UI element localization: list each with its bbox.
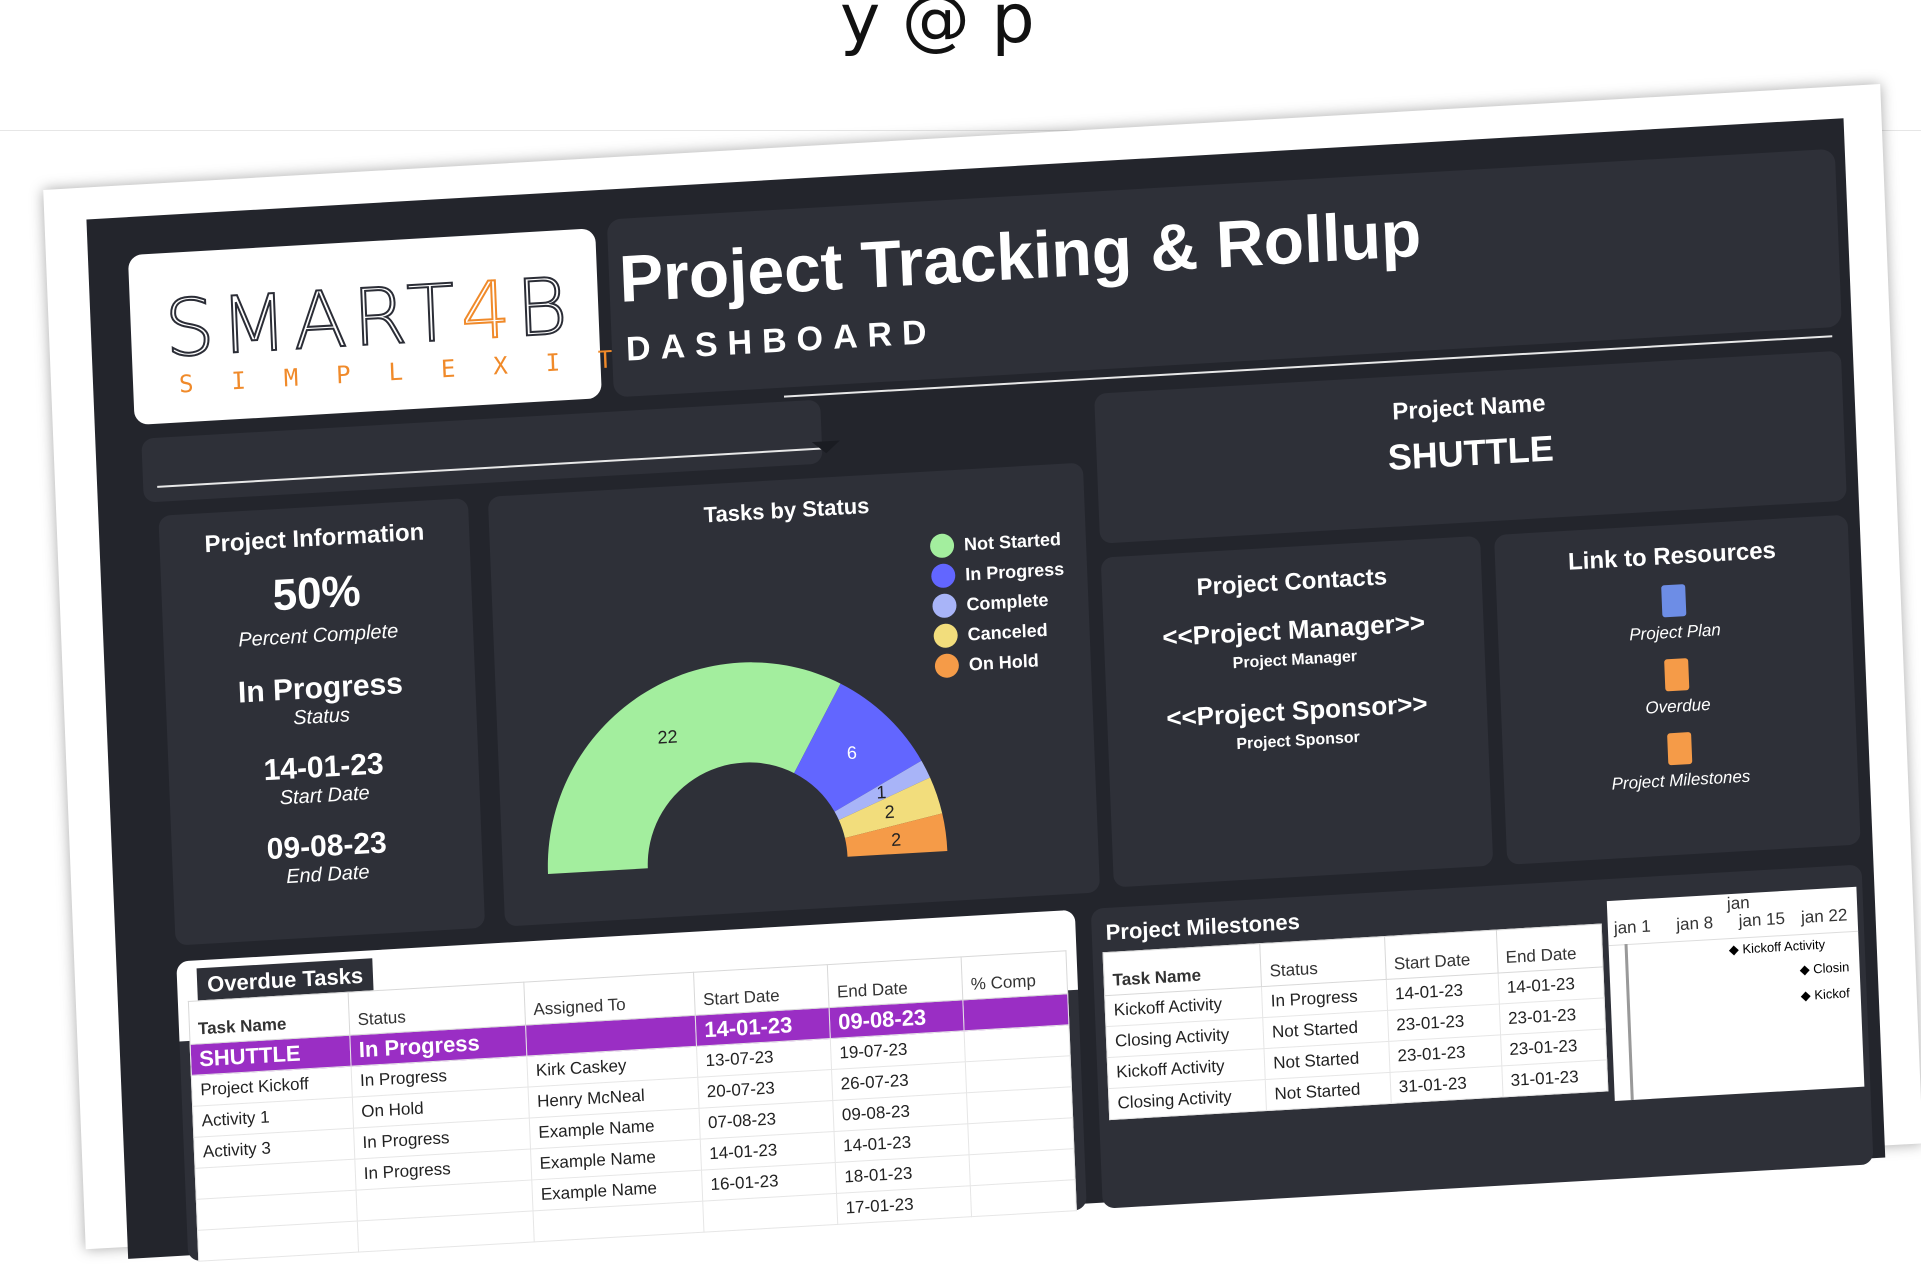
project-milestones-heading: Project Milestones — [1105, 908, 1301, 946]
divider-notch — [811, 440, 841, 455]
dashboard: SMART4B SIMPLEXITY Project Tracking & Ro… — [86, 118, 1886, 1262]
project-milestones-card: Project Milestones Task Name Status Star… — [1090, 864, 1874, 1209]
logo-text-b: 4 — [458, 264, 519, 359]
legend-swatch — [930, 563, 956, 589]
resource-link-overdue[interactable]: Overdue — [1499, 649, 1855, 727]
column-header[interactable]: End Date — [1496, 923, 1603, 974]
gantt-marker: ◆ Kickoff Activity — [1728, 936, 1826, 958]
project-information-card: Project Information 50% Percent Complete… — [158, 498, 486, 946]
table-cell[interactable] — [702, 1193, 838, 1233]
legend-label: Not Started — [963, 528, 1062, 555]
project-name-card: Project Name SHUTTLE — [1094, 350, 1847, 544]
slice-value-label: 6 — [846, 743, 857, 764]
gantt-marker: ◆ Closin — [1799, 959, 1850, 978]
dashboard-title: Project Tracking & Rollup — [617, 195, 1423, 316]
logo-text-c: B — [514, 261, 577, 356]
gantt-week: jan 15 — [1738, 908, 1786, 931]
dashboard-sheet: SMART4B SIMPLEXITY Project Tracking & Ro… — [40, 2, 1921, 1262]
legend-swatch — [934, 653, 960, 679]
column-header[interactable]: % Comp — [961, 950, 1068, 1000]
resource-link-project-plan[interactable]: Project Plan — [1496, 575, 1852, 653]
table-cell[interactable]: 17-01-23 — [836, 1185, 972, 1225]
slice-value-label: 22 — [657, 726, 678, 747]
gantt-week: jan 8 — [1675, 913, 1714, 935]
gantt-chart: jan jan 1 jan 8 jan 15 jan 22 ◆ Kickoff … — [1606, 886, 1865, 1101]
title-card: Project Tracking & Rollup DASHBOARD — [606, 148, 1842, 398]
smart4b-logo: SMART4B SIMPLEXITY — [127, 228, 703, 426]
column-header[interactable]: Status — [1260, 936, 1386, 987]
overdue-tasks-table: Task Name Status Assigned To Start Date … — [187, 950, 1077, 1262]
slice-value-label: 2 — [891, 829, 902, 850]
chart-legend: Not Started In Progress Complete Canceled On… — [929, 524, 1068, 682]
legend-swatch — [933, 623, 959, 649]
table-cell[interactable]: 31-01-23 — [1389, 1065, 1503, 1104]
resource-label: Project Milestones — [1611, 766, 1751, 794]
project-information-heading: Project Information — [203, 518, 425, 559]
project-contacts-card: Project Contacts <<Project Manager>> Pro… — [1100, 535, 1494, 888]
gantt-marker: ◆ Kickof — [1800, 985, 1850, 1004]
resources-heading: Link to Resources — [1567, 536, 1777, 576]
table-cell[interactable]: Not Started — [1265, 1072, 1391, 1111]
column-header[interactable]: Start Date — [1384, 930, 1498, 980]
gantt-today-line — [1624, 943, 1634, 1101]
legend-label: In Progress — [964, 558, 1065, 585]
resource-label: Project Plan — [1628, 620, 1722, 645]
milestones-table: Task Name Status Start Date End Date Kic… — [1102, 923, 1609, 1121]
legend-label: Canceled — [967, 619, 1048, 644]
legend-swatch — [932, 593, 957, 619]
gantt-week: jan 22 — [1800, 905, 1848, 927]
overdue-tasks-card: Overdue Tasks Task Name Status Assigned … — [176, 909, 1087, 1262]
project-contacts-heading: Project Contacts — [1196, 563, 1388, 602]
table-cell[interactable]: 31-01-23 — [1501, 1059, 1608, 1097]
notebook-icon — [1667, 731, 1693, 766]
notebook-icon — [1664, 658, 1690, 692]
banner-text-fragment: y @ p — [840, 0, 1035, 59]
document-icon — [1661, 584, 1687, 618]
gantt-week: jan 1 — [1613, 916, 1652, 938]
legend-item[interactable]: On Hold — [934, 644, 1068, 682]
resource-label: Overdue — [1645, 694, 1711, 718]
slice-value-label: 2 — [884, 802, 895, 823]
resources-card: Link to Resources Project Plan Overdue P… — [1494, 514, 1861, 865]
column-header[interactable]: End Date — [827, 956, 963, 1008]
legend-label: Complete — [966, 589, 1049, 614]
legend-label: On Hold — [968, 649, 1040, 674]
dashboard-subtitle: DASHBOARD — [625, 312, 938, 369]
resource-link-project-milestones[interactable]: Project Milestones — [1502, 722, 1858, 800]
column-header[interactable]: Start Date — [693, 964, 830, 1016]
tasks-donut-chart: 226122 — [547, 662, 948, 875]
table-cell[interactable] — [970, 1179, 1077, 1217]
tasks-by-status-card: Tasks by Status 22 6 1 2 2 Not Started In Pro… — [487, 462, 1101, 927]
legend-swatch — [929, 533, 955, 559]
